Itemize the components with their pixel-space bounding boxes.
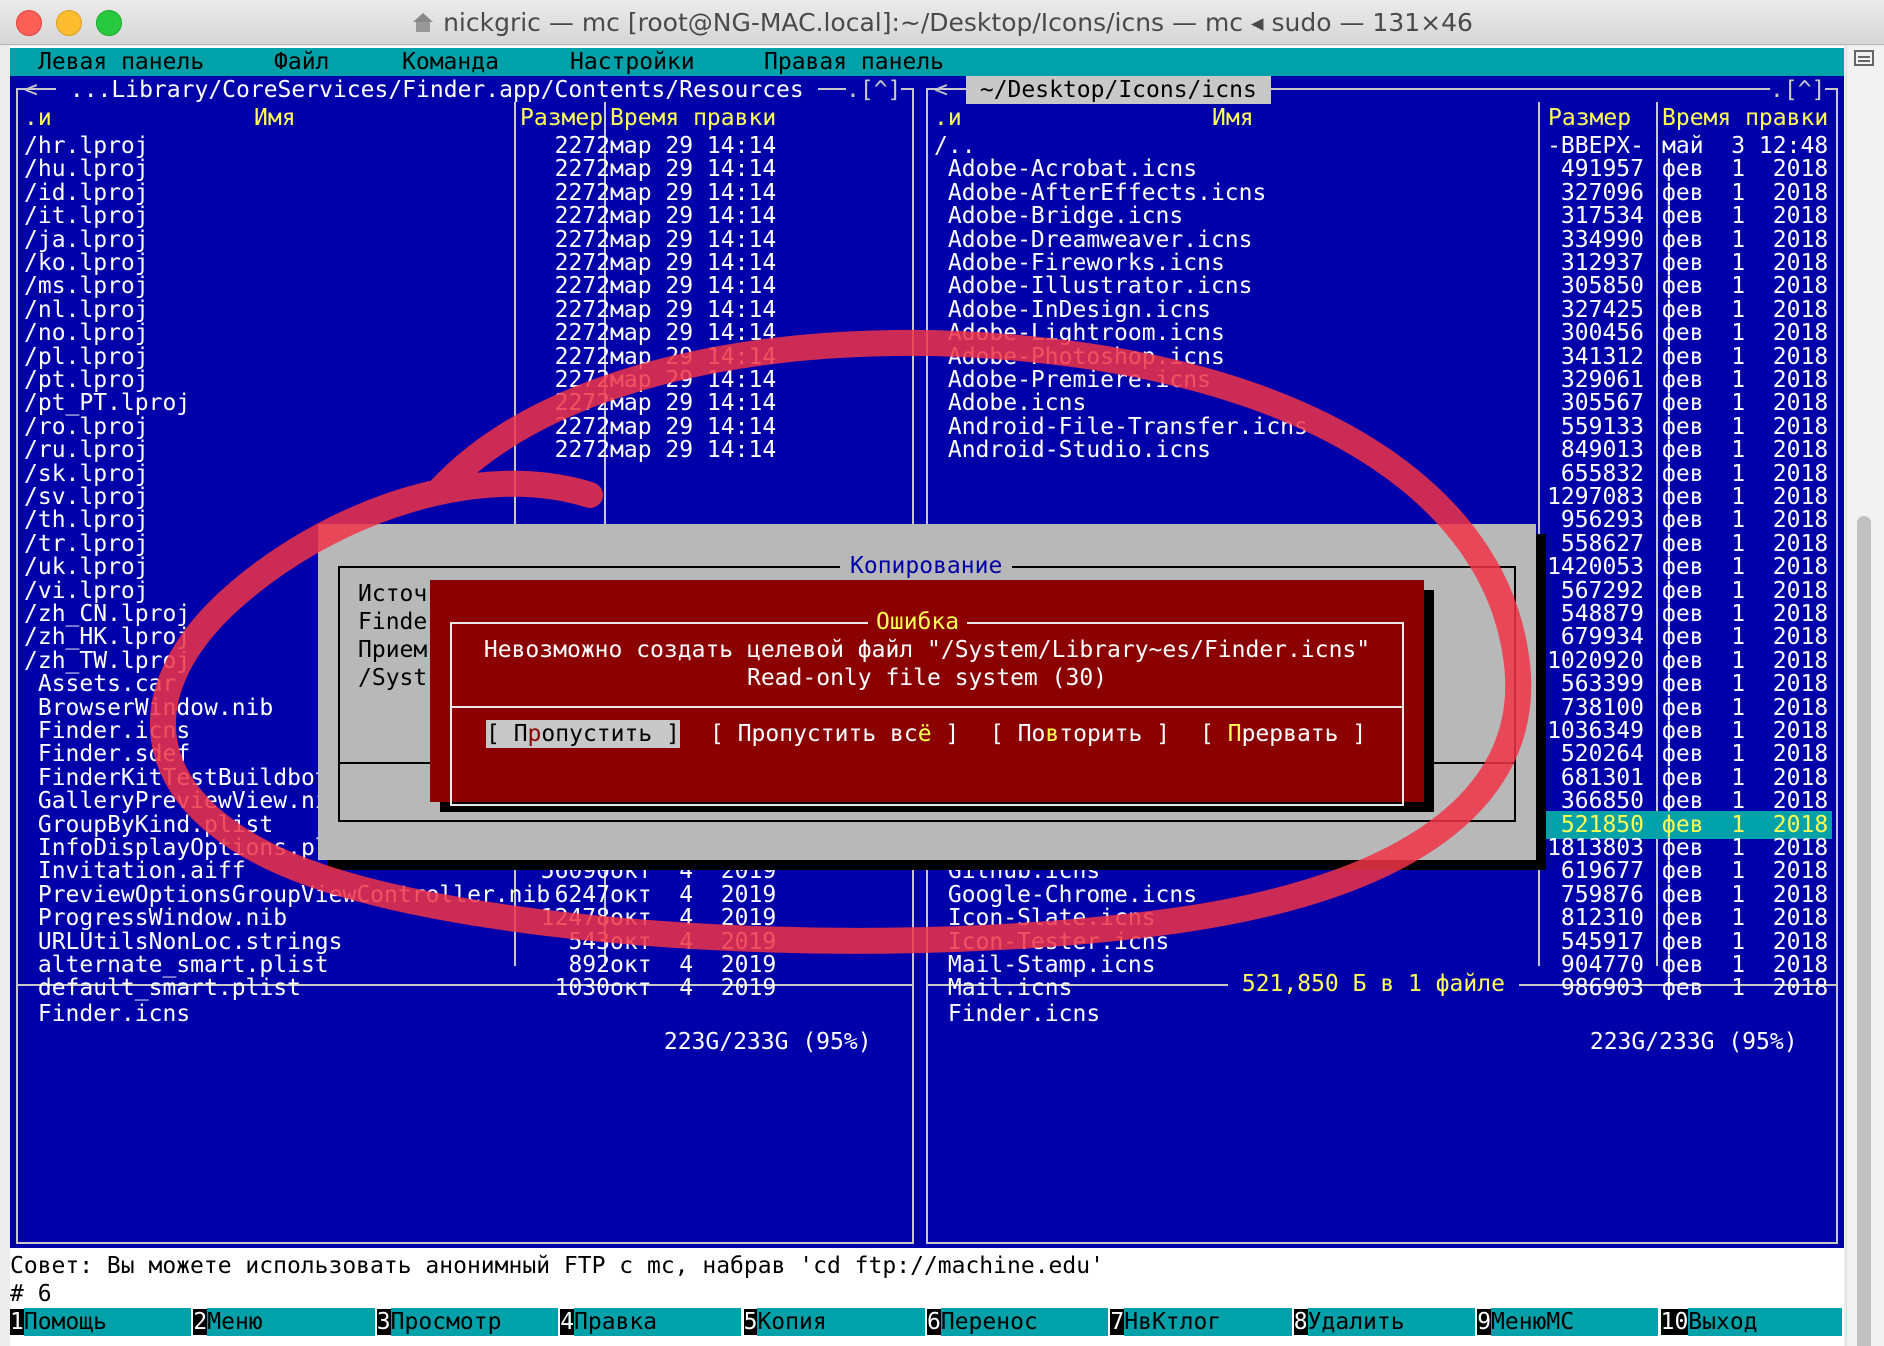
fkey-4[interactable]: 4Правка <box>560 1308 742 1336</box>
right-selection-summary: 521,850 Б в 1 файле <box>1228 970 1519 998</box>
file-size: 1030 <box>554 975 610 1002</box>
menu-command[interactable]: Команда <box>402 48 499 76</box>
skip-button-hotkey: р <box>527 721 542 747</box>
left-header-size[interactable]: Размер <box>520 104 603 132</box>
menu-bar: Левая панель Файл Команда Настройки Прав… <box>10 48 1844 76</box>
left-header-time[interactable]: Время правки <box>610 104 776 132</box>
fkey-number: 3 <box>376 1309 391 1335</box>
left-status-name: Finder.icns <box>24 1001 191 1027</box>
retry-button-label: [ По <box>990 721 1046 747</box>
fkey-6[interactable]: 6Перенос <box>927 1308 1109 1336</box>
fkey-number: 7 <box>1110 1309 1125 1335</box>
file-name: Mail.icns <box>934 975 1073 1002</box>
command-prompt[interactable]: # 6 <box>10 1280 1844 1308</box>
menu-right-panel[interactable]: Правая панель <box>764 48 944 76</box>
copy-dialog-title: Копирование <box>840 552 1013 580</box>
left-file-row[interactable]: default_smart.plist 1030 окт 4 2019 <box>24 974 908 1002</box>
scrollbar-thumb[interactable] <box>1857 516 1871 1346</box>
abort-button-label-rest: рервать ] <box>1241 721 1367 747</box>
skip-button[interactable]: [ Пропустить ] <box>486 720 680 748</box>
menu-left-panel[interactable]: Левая панель <box>38 48 204 76</box>
home-icon <box>411 13 435 33</box>
retry-button-hotkey: в <box>1045 721 1060 747</box>
right-header-name[interactable]: Имя <box>1212 104 1254 132</box>
window-title: nickgric — mc [root@NG-MAC.local]:~/Desk… <box>0 8 1884 37</box>
skip-all-button-label-rest: ] <box>931 721 960 747</box>
skip-button-label-rest: опустить ] <box>541 721 680 747</box>
error-dialog: Ошибка Невозможно создать целевой файл "… <box>430 580 1424 806</box>
fkey-label: НвКтлог <box>1124 1308 1292 1336</box>
right-sort-indicator[interactable]: .и <box>934 104 962 132</box>
fkey-3[interactable]: 3Просмотр <box>376 1308 559 1336</box>
file-size: 986903 <box>1560 975 1644 1002</box>
file-name: default_smart.plist <box>24 975 301 1002</box>
right-panel-nav-arrow[interactable]: <─ <box>934 76 962 104</box>
right-panel-corner[interactable]: .[^] <box>1770 76 1826 104</box>
right-disk-usage: 223G/233G (95%) <box>1576 1028 1812 1056</box>
right-status-name: Finder.icns <box>934 1001 1101 1027</box>
error-dialog-separator <box>452 706 1402 708</box>
abort-button-hotkey: П <box>1227 721 1242 747</box>
fkey-label: Выход <box>1688 1308 1842 1336</box>
file-time: фев 1 2018 <box>1662 975 1829 1002</box>
fkey-label: Меню <box>207 1308 375 1336</box>
fkey-label: Перенос <box>940 1308 1109 1336</box>
abort-button[interactable]: [ Прервать ] <box>1200 720 1366 748</box>
fkey-number: 4 <box>560 1309 575 1335</box>
fkey-number: 8 <box>1293 1309 1308 1335</box>
tip-line: Совет: Вы можете использовать анонимный … <box>10 1252 1844 1280</box>
retry-button-label-rest: торить ] <box>1059 721 1171 747</box>
menu-file[interactable]: Файл <box>274 48 329 76</box>
terminal-window: nickgric — mc [root@NG-MAC.local]:~/Desk… <box>0 0 1884 1346</box>
fkey-2[interactable]: 2Меню <box>193 1308 375 1336</box>
fkey-number: 9 <box>1477 1309 1492 1335</box>
copy-dialog-source-value: Finde <box>358 609 428 635</box>
left-sort-indicator[interactable]: .и <box>24 104 52 132</box>
fkey-number: 5 <box>743 1309 758 1335</box>
menu-settings[interactable]: Настройки <box>570 48 695 76</box>
scrollbar[interactable] <box>1846 46 1884 1346</box>
retry-button[interactable]: [ Повторить ] <box>990 720 1170 748</box>
error-message-line1: Невозможно создать целевой файл "/System… <box>483 637 1371 663</box>
fkey-label: Правка <box>574 1308 742 1336</box>
fkey-label: Просмотр <box>390 1308 559 1336</box>
fkey-10[interactable]: 10Выход <box>1660 1308 1842 1336</box>
copy-dialog-target-value: /Syst <box>358 665 428 691</box>
copy-dialog-source-label: Источ <box>358 581 428 607</box>
window-title-text: nickgric — mc [root@NG-MAC.local]:~/Desk… <box>443 8 1473 37</box>
fkey-8[interactable]: 8Удалить <box>1293 1308 1476 1336</box>
function-key-bar: 1Помощь 2Меню 3Просмотр 4Правка 5Копия 6Перен… <box>10 1308 1844 1336</box>
fkey-5[interactable]: 5Копия <box>743 1308 925 1336</box>
title-bar: nickgric — mc [root@NG-MAC.local]:~/Desk… <box>0 0 1884 45</box>
fkey-label: Удалить <box>1307 1308 1476 1336</box>
right-header-time[interactable]: Время правки <box>1662 104 1828 132</box>
fkey-9[interactable]: 9МенюMC <box>1477 1308 1659 1336</box>
left-panel-corner[interactable]: .[^] <box>846 76 902 104</box>
fkey-number: 2 <box>193 1309 208 1335</box>
fkey-number: 1 <box>10 1309 24 1335</box>
left-panel-nav-arrow[interactable]: <─ <box>24 76 52 104</box>
fkey-number: 6 <box>927 1309 941 1335</box>
left-panel-path[interactable]: ...Library/CoreServices/Finder.app/Conte… <box>56 76 818 104</box>
fkey-number: 10 <box>1660 1309 1689 1335</box>
skip-all-button-label: [ Пропустить вс <box>710 721 918 747</box>
abort-button-label: [ <box>1200 721 1228 747</box>
error-dialog-title: Ошибка <box>868 608 968 636</box>
fkey-1[interactable]: 1Помощь <box>10 1308 192 1336</box>
file-time: окт 4 2019 <box>610 975 777 1002</box>
fkey-label: Копия <box>757 1308 925 1336</box>
fkey-label: Помощь <box>23 1308 192 1336</box>
skip-button-label: [ П <box>486 721 528 747</box>
left-header-name[interactable]: Имя <box>254 104 296 132</box>
right-panel-path[interactable]: ~/Desktop/Icons/icns <box>966 76 1271 104</box>
skip-all-button[interactable]: [ Пропустить всё ] <box>710 720 959 748</box>
copy-dialog-target-label: Прием <box>358 637 428 663</box>
right-header-size[interactable]: Размер <box>1548 104 1631 132</box>
fkey-7[interactable]: 7НвКтлог <box>1110 1308 1292 1336</box>
fkey-label: МенюMC <box>1491 1308 1659 1336</box>
skip-all-button-hotkey: ё <box>917 721 932 747</box>
menu-icon[interactable] <box>1854 50 1874 66</box>
error-message-line2: Read-only file system (30) <box>746 665 1108 691</box>
left-disk-usage: 223G/233G (95%) <box>650 1028 886 1056</box>
